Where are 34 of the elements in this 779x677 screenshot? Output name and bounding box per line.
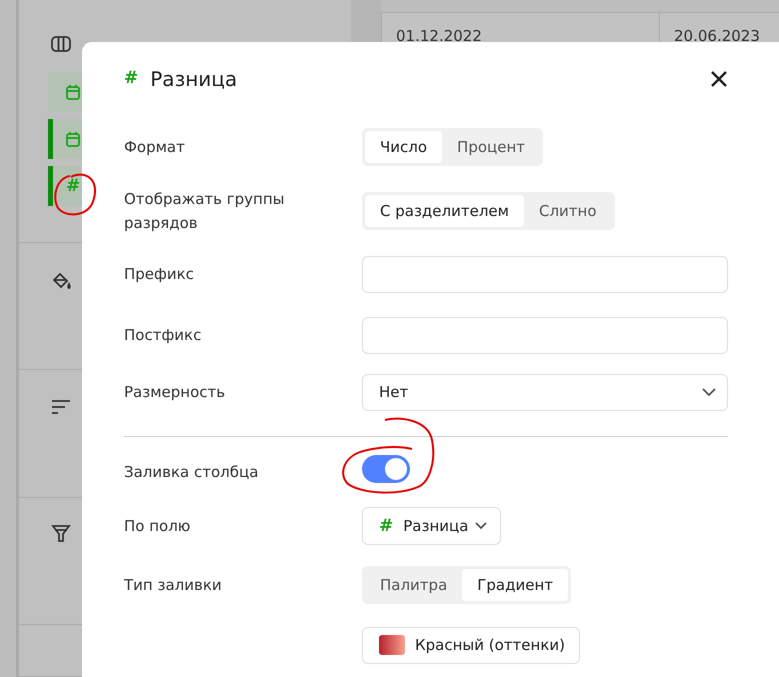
segment-option[interactable]: Процент	[442, 130, 540, 164]
filter-icon	[51, 524, 71, 543]
calendar-icon	[66, 84, 80, 100]
calendar-icon	[66, 131, 80, 147]
dropdown-select[interactable]: Нет	[362, 374, 728, 410]
field-label: Отображать группы разрядов	[124, 189, 286, 234]
color-dropdown[interactable]: Красный (оттенки)	[362, 626, 580, 664]
field-label: Размерность	[124, 382, 226, 403]
segment-option[interactable]: Градиент	[462, 568, 568, 602]
text-input[interactable]	[362, 316, 728, 354]
field-label: Тип заливки	[124, 575, 223, 596]
field-dropdown[interactable]: # Разница	[362, 507, 502, 545]
gradient-swatch	[379, 635, 405, 655]
segment-option[interactable]: Палитра	[365, 568, 462, 602]
field-label: По полю	[124, 516, 192, 537]
segment-option[interactable]: Число	[365, 130, 442, 164]
segment-option[interactable]: С разделителем	[365, 194, 524, 228]
close-icon	[710, 70, 728, 88]
hash-icon: #	[379, 518, 394, 534]
field-label: Постфикс	[124, 325, 202, 346]
text-input[interactable]	[362, 256, 728, 292]
field-label: Заливка столбца	[124, 462, 260, 483]
field-label: Формат	[124, 137, 186, 158]
toggle-switch[interactable]	[362, 454, 410, 482]
columns-icon	[51, 36, 71, 52]
palette-name: Красный (оттенки)	[415, 634, 565, 656]
field-name: Разница	[403, 516, 468, 537]
paint-bucket-icon	[51, 271, 71, 290]
sort-icon	[51, 398, 71, 417]
dialog-title: Разница	[150, 66, 238, 92]
hash-icon: #	[66, 178, 80, 194]
field-label: Префикс	[124, 264, 195, 285]
hash-icon: #	[124, 70, 138, 87]
segment-option[interactable]: Слитно	[524, 194, 612, 228]
